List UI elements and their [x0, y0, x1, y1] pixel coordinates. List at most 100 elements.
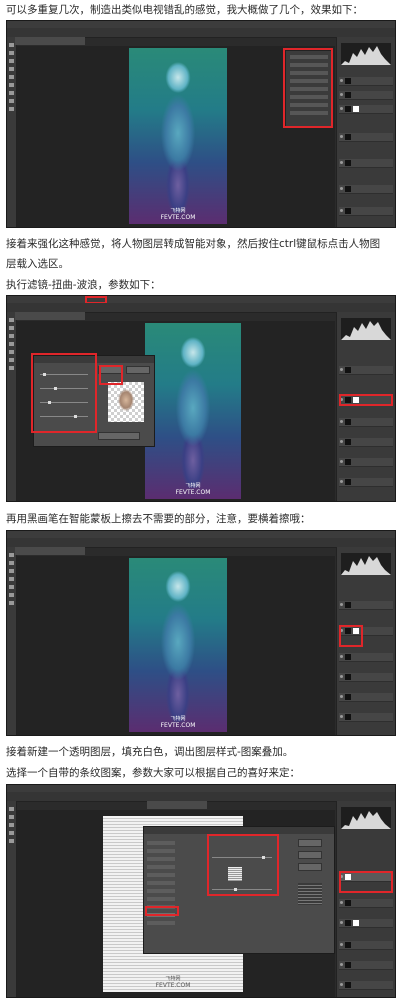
move-tool-icon[interactable] — [9, 807, 14, 811]
tools-panel[interactable] — [7, 37, 17, 227]
style-list-item[interactable] — [147, 873, 175, 877]
marquee-tool-icon[interactable] — [9, 561, 14, 565]
eye-icon[interactable] — [340, 135, 343, 138]
layer-row[interactable] — [339, 601, 393, 610]
eye-icon[interactable] — [340, 93, 343, 96]
lasso-tool-icon[interactable] — [9, 59, 14, 63]
crop-tool-icon[interactable] — [9, 342, 14, 346]
layer-row[interactable] — [339, 207, 393, 216]
style-list-item[interactable] — [147, 849, 175, 853]
brush-tool-icon[interactable] — [9, 585, 14, 589]
new-style-button[interactable] — [298, 863, 322, 871]
ok-button[interactable] — [298, 839, 322, 847]
eye-icon[interactable] — [340, 943, 343, 946]
layer-row[interactable] — [339, 981, 393, 990]
move-tool-icon[interactable] — [9, 553, 14, 557]
layer-row[interactable] — [339, 653, 393, 662]
lasso-tool-icon[interactable] — [9, 569, 14, 573]
randomize-button[interactable] — [98, 432, 140, 440]
brush-tool-icon[interactable] — [9, 75, 14, 79]
layers-panel[interactable] — [336, 37, 395, 227]
marquee-tool-icon[interactable] — [9, 51, 14, 55]
eye-icon[interactable] — [340, 921, 343, 924]
eraser-tool-icon[interactable] — [9, 358, 14, 362]
layer-row[interactable] — [339, 91, 393, 100]
canvas-area[interactable]: 飞特网 FEVTE.COM — [17, 46, 335, 227]
tools-panel[interactable] — [7, 801, 17, 997]
eye-icon[interactable] — [340, 695, 343, 698]
style-list-item[interactable] — [147, 921, 175, 925]
canvas-area[interactable]: 飞特网 FEVTE.COM — [17, 321, 335, 501]
gradient-tool-icon[interactable] — [9, 601, 14, 605]
move-tool-icon[interactable] — [9, 43, 14, 47]
lasso-tool-icon[interactable] — [9, 823, 14, 827]
layer-row[interactable] — [339, 458, 393, 467]
eye-icon[interactable] — [340, 79, 343, 82]
layer-row[interactable] — [339, 185, 393, 194]
layer-row[interactable] — [339, 899, 393, 908]
layer-row[interactable] — [339, 693, 393, 702]
layers-panel[interactable] — [336, 547, 395, 735]
layer-row[interactable] — [339, 961, 393, 970]
eye-icon[interactable] — [340, 901, 343, 904]
style-list-item[interactable] — [147, 881, 175, 885]
layers-panel[interactable] — [336, 801, 395, 997]
layer-row[interactable] — [339, 713, 393, 722]
gradient-tool-icon[interactable] — [9, 91, 14, 95]
menu-bar[interactable] — [7, 21, 395, 28]
pen-tool-icon[interactable] — [9, 99, 14, 103]
layer-row[interactable] — [339, 77, 393, 86]
eye-icon[interactable] — [340, 420, 343, 423]
style-list-item[interactable] — [147, 889, 175, 893]
layer-row[interactable] — [339, 478, 393, 487]
layer-row[interactable] — [339, 438, 393, 447]
layer-row[interactable] — [339, 919, 393, 928]
menu-bar[interactable] — [7, 296, 395, 303]
gradient-tool-icon[interactable] — [9, 366, 14, 370]
crop-tool-icon[interactable] — [9, 67, 14, 71]
eye-icon[interactable] — [340, 440, 343, 443]
move-tool-icon[interactable] — [9, 318, 14, 322]
layers-panel[interactable] — [336, 312, 395, 501]
layer-row[interactable] — [339, 159, 393, 168]
eye-icon[interactable] — [340, 107, 343, 110]
document-tab[interactable] — [15, 547, 85, 555]
style-list-item[interactable] — [147, 841, 175, 845]
marquee-tool-icon[interactable] — [9, 815, 14, 819]
eye-icon[interactable] — [340, 715, 343, 718]
layer-row[interactable] — [339, 941, 393, 950]
tools-panel[interactable] — [7, 312, 17, 501]
crop-tool-icon[interactable] — [9, 831, 14, 835]
style-list-item[interactable] — [147, 897, 175, 901]
eye-icon[interactable] — [340, 161, 343, 164]
menu-bar[interactable] — [7, 785, 395, 792]
eraser-tool-icon[interactable] — [9, 83, 14, 87]
style-list-item[interactable] — [147, 857, 175, 861]
layer-row[interactable] — [339, 105, 393, 114]
eye-icon[interactable] — [340, 368, 343, 371]
crop-tool-icon[interactable] — [9, 577, 14, 581]
type-tool-icon[interactable] — [9, 107, 14, 111]
eye-icon[interactable] — [340, 983, 343, 986]
marquee-tool-icon[interactable] — [9, 326, 14, 330]
tools-panel[interactable] — [7, 547, 17, 735]
cancel-button[interactable] — [298, 851, 322, 859]
eye-icon[interactable] — [340, 209, 343, 212]
layer-row[interactable] — [339, 133, 393, 142]
canvas-area[interactable]: 飞特网 FEVTE.COM — [17, 810, 335, 997]
brush-tool-icon[interactable] — [9, 839, 14, 843]
eye-icon[interactable] — [340, 603, 343, 606]
menu-bar[interactable] — [7, 531, 395, 538]
eraser-tool-icon[interactable] — [9, 593, 14, 597]
layer-row[interactable] — [339, 673, 393, 682]
document-tab[interactable] — [15, 37, 85, 45]
document-tab[interactable] — [147, 801, 207, 809]
style-list-item[interactable] — [147, 865, 175, 869]
eye-icon[interactable] — [340, 480, 343, 483]
eye-icon[interactable] — [340, 655, 343, 658]
brush-tool-icon[interactable] — [9, 350, 14, 354]
eye-icon[interactable] — [340, 963, 343, 966]
cancel-button[interactable] — [126, 366, 150, 374]
eye-icon[interactable] — [340, 460, 343, 463]
document-tab[interactable] — [15, 312, 85, 320]
